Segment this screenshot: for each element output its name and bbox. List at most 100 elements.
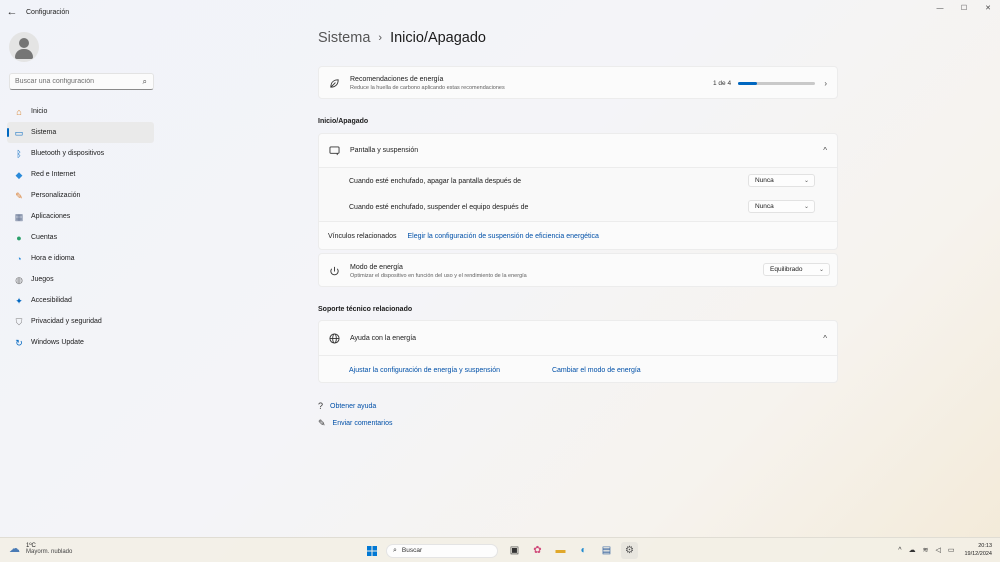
cloud-sync-icon[interactable]: ☁	[909, 546, 916, 554]
accessibility-icon: ✦	[15, 295, 23, 306]
sidebar-item-gamepad[interactable]: ◍ Juegos	[7, 269, 154, 290]
recommendations-title: Recomendaciones de energía	[350, 76, 444, 83]
plugged-screen-label: Cuando esté enchufado, apagar la pantall…	[349, 177, 522, 185]
weather-widget[interactable]: ☁ 1ºC Mayorm. nublado	[9, 542, 73, 556]
gamepad-icon: ◍	[15, 274, 23, 285]
sidebar-item-accessibility[interactable]: ✦ Accesibilidad	[7, 290, 154, 311]
battery-icon[interactable]: ▭	[948, 546, 955, 554]
sidebar-item-label: Windows Update	[31, 339, 84, 346]
breadcrumb: Sistema › Inicio/Apagado	[318, 30, 486, 46]
section-title-support: Soporte técnico relacionado	[318, 306, 413, 313]
close-button[interactable]: ✕	[976, 0, 1000, 16]
copilot-icon[interactable]: ✿	[529, 542, 546, 559]
maximize-button[interactable]: ☐	[952, 0, 976, 16]
shield-icon: ⛉	[15, 316, 23, 327]
feedback-icon: ✎	[318, 418, 326, 428]
sidebar-item-label: Juegos	[31, 276, 54, 283]
chevron-up-icon[interactable]: ^	[823, 146, 827, 155]
search-icon: ⌕	[142, 77, 147, 86]
sidebar-item-label: Personalización	[31, 192, 81, 199]
minimize-button[interactable]: —	[928, 0, 952, 16]
sidebar-item-system[interactable]: ▭ Sistema	[7, 122, 154, 143]
back-arrow-icon[interactable]: ←	[0, 0, 24, 24]
power-mode-subtitle: Optimizar el dispositivo en función del …	[350, 272, 527, 279]
screen-sleep-card: Pantalla y suspensión ^ Cuando esté ench…	[318, 133, 838, 250]
app-title: Configuración	[26, 8, 70, 16]
power-mode-dropdown[interactable]: Equilibrado ⌄	[763, 263, 830, 276]
sidebar-item-update[interactable]: ↻ Windows Update	[7, 332, 154, 353]
clock-date: 19/12/2024	[964, 551, 992, 557]
get-help-link[interactable]: Obtener ayuda	[330, 403, 376, 410]
wifi-icon[interactable]: ≋	[923, 546, 929, 554]
chevron-down-icon: ⌄	[818, 267, 824, 273]
feedback-link[interactable]: Enviar comentarios	[333, 420, 393, 427]
settings-gear-icon[interactable]: ⚙	[621, 542, 638, 559]
chevron-down-icon: ⌄	[803, 178, 809, 184]
chevron-up-icon[interactable]: ^	[823, 334, 827, 343]
breadcrumb-parent[interactable]: Sistema	[318, 30, 370, 46]
screen-sleep-icon	[328, 145, 340, 157]
file-explorer-icon[interactable]: ▬	[552, 542, 569, 559]
task-view-icon[interactable]: ▣	[506, 542, 523, 559]
help-icon: ?	[318, 401, 324, 411]
taskbar: ☁ 1ºC Mayorm. nublado ⌕ Buscar ▣ ✿ ▬ ◐ ▤…	[0, 537, 1000, 562]
edge-icon[interactable]: ◐	[575, 542, 592, 559]
energy-help-title: Ayuda con la energía	[350, 334, 417, 342]
sidebar-item-label: Red e Internet	[31, 171, 76, 178]
screen-sleep-header[interactable]: Pantalla y suspensión ^	[319, 134, 837, 167]
volume-icon[interactable]: ◁	[935, 546, 940, 554]
title-bar: ← Configuración — ☐ ✕	[0, 0, 1000, 24]
sidebar-item-home[interactable]: ⌂ Inicio	[7, 101, 154, 122]
sidebar-item-label: Privacidad y seguridad	[31, 318, 102, 325]
energy-help-header[interactable]: Ayuda con la energía ^	[319, 321, 837, 355]
screen-sleep-title: Pantalla y suspensión	[350, 147, 419, 154]
window-controls: — ☐ ✕	[928, 0, 1000, 16]
chevron-right-icon: ›	[824, 79, 827, 88]
get-help-link-row[interactable]: ? Obtener ayuda	[318, 401, 376, 411]
page-title: Inicio/Apagado	[390, 30, 486, 46]
sidebar-item-bluetooth[interactable]: ᛒ Bluetooth y dispositivos	[7, 143, 154, 164]
weather-desc: Mayorm. nublado	[26, 548, 73, 555]
related-links-label: Vínculos relacionados	[328, 232, 397, 240]
sidebar-item-network[interactable]: ◆ Red e Internet	[7, 164, 154, 185]
recommendations-subtitle: Reduce la huella de carbono aplicando es…	[350, 85, 505, 91]
update-icon: ↻	[15, 337, 23, 348]
store-icon[interactable]: ▤	[598, 542, 615, 559]
adjust-power-settings-link[interactable]: Ajustar la configuración de energía y su…	[349, 367, 500, 374]
sidebar-item-apps[interactable]: ▦ Aplicaciones	[7, 206, 154, 227]
change-power-mode-link[interactable]: Cambiar el modo de energía	[552, 367, 641, 374]
chevron-up-icon[interactable]: ^	[898, 547, 901, 554]
sidebar-item-shield[interactable]: ⛉ Privacidad y seguridad	[7, 311, 154, 332]
power-mode-icon	[328, 265, 340, 277]
cloud-icon: ☁	[9, 543, 20, 555]
chevron-down-icon: ⌄	[803, 204, 809, 210]
related-links-row: Vínculos relacionados Elegir la configur…	[319, 222, 837, 250]
breadcrumb-separator: ›	[378, 32, 383, 44]
network-icon: ◆	[15, 169, 23, 180]
sidebar-item-label: Aplicaciones	[31, 213, 71, 220]
sidebar-item-label: Hora e idioma	[31, 255, 75, 262]
sidebar-item-globe-clock[interactable]: ◔ Hora e idioma	[7, 248, 154, 269]
efficiency-sleep-link[interactable]: Elegir la configuración de suspensión de…	[408, 233, 599, 240]
screen-off-dropdown[interactable]: Nunca ⌄	[748, 174, 815, 187]
sidebar-item-brush[interactable]: ✎ Personalización	[7, 185, 154, 206]
clock[interactable]: 20:13 19/12/2024	[964, 542, 992, 558]
power-mode-card: Modo de energía Optimizar el dispositivo…	[318, 253, 838, 287]
settings-search-input[interactable]	[15, 78, 135, 85]
taskbar-search[interactable]: ⌕ Buscar	[386, 543, 498, 558]
start-button[interactable]	[363, 542, 380, 559]
settings-search-box[interactable]: ⌕	[9, 73, 154, 90]
screen-off-value: Nunca	[755, 177, 774, 184]
sleep-value: Nunca	[755, 203, 774, 210]
sleep-dropdown[interactable]: Nunca ⌄	[748, 200, 815, 213]
feedback-link-row[interactable]: ✎ Enviar comentarios	[318, 418, 392, 429]
avatar[interactable]	[9, 32, 39, 62]
sidebar-item-label: Sistema	[31, 129, 57, 136]
sidebar-item-account[interactable]: ● Cuentas	[7, 227, 154, 248]
power-mode-title: Modo de energía	[350, 263, 403, 271]
apps-icon: ▦	[14, 211, 24, 222]
bluetooth-icon: ᛒ	[16, 148, 22, 159]
search-icon: ⌕	[393, 546, 397, 554]
taskbar-search-label: Buscar	[401, 547, 423, 554]
sidebar-item-label: Accesibilidad	[31, 297, 72, 304]
